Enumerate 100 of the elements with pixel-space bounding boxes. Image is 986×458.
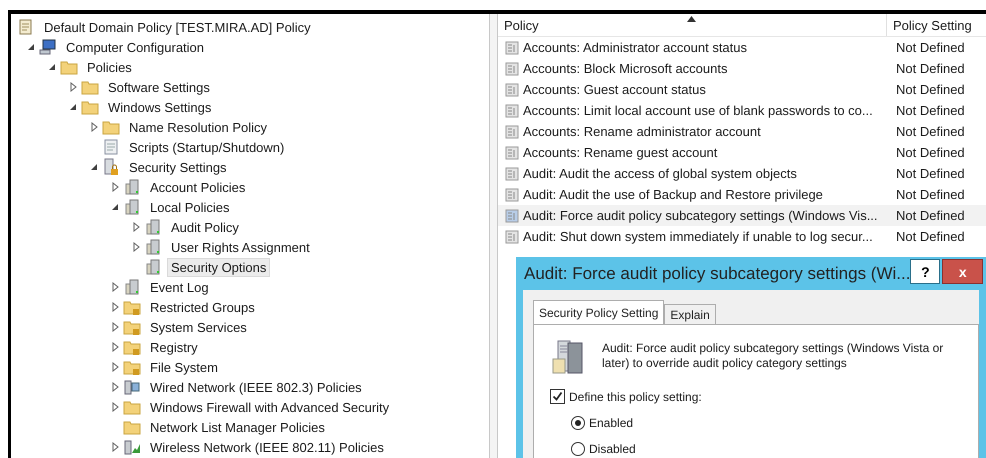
collapsed-arrow-icon[interactable] — [112, 442, 118, 452]
close-button[interactable]: x — [942, 259, 983, 284]
radio-button[interactable] — [571, 416, 585, 430]
policy-icon — [505, 208, 519, 222]
server-icon — [123, 278, 141, 296]
expanded-arrow-icon[interactable] — [69, 103, 77, 111]
tree-item[interactable]: Wireless Network (IEEE 802.11) Policies — [146, 438, 388, 456]
table-cell-text: Not Defined — [895, 187, 965, 202]
server-icon — [123, 178, 141, 196]
expanded-arrow-icon[interactable] — [111, 203, 119, 211]
collapsed-arrow-icon[interactable] — [90, 122, 98, 132]
table-cell-text: Not Defined — [895, 40, 965, 55]
collapsed-arrow-icon[interactable] — [112, 282, 118, 292]
tree-item[interactable]: Software Settings — [104, 78, 214, 96]
tree-item[interactable]: Policies — [83, 58, 136, 76]
tree-item[interactable]: File System — [146, 358, 222, 376]
help-button[interactable]: ? — [910, 259, 940, 284]
server-icon — [144, 258, 162, 276]
policy-icon — [505, 62, 519, 76]
server-icon — [123, 198, 141, 216]
collapsed-arrow-icon[interactable] — [70, 82, 76, 92]
table-cell-text: Accounts: Administrator account status — [523, 40, 748, 55]
policy-row[interactable]: Audit: Audit the access of global system objects Not Defined — [498, 163, 986, 184]
tree-item[interactable]: Network List Manager Policies — [146, 418, 329, 436]
tree-item[interactable]: Registry — [146, 338, 202, 356]
policy-row[interactable]: Accounts: Guest account status Not Defined — [498, 79, 986, 100]
policy-row[interactable]: Accounts: Block Microsoft accounts Not Defined — [498, 58, 986, 79]
policy-icon — [505, 82, 519, 96]
collapsed-arrow-icon[interactable] — [132, 242, 140, 252]
tree-item[interactable]: Name Resolution Policy — [125, 118, 272, 136]
table-cell-text: Not Defined — [895, 103, 965, 118]
radio-label: Enabled — [589, 416, 634, 430]
tree-item[interactable]: Default Domain Policy [TEST.MIRA.AD] Policy — [40, 18, 315, 36]
tree-item[interactable]: Windows Settings — [104, 98, 216, 116]
policy-description: Audit: Force audit policy subcategory settings (Windows Vista or later) to override audit policy category settings — [602, 340, 944, 371]
policy-row[interactable]: Accounts: Limit local account use of blank passwords to co... Not Defined — [498, 100, 986, 121]
policy-icon — [505, 104, 519, 118]
policy-icon — [505, 166, 519, 180]
tree-item[interactable]: Event Log — [146, 278, 213, 296]
table-cell-text: Not Defined — [895, 208, 965, 223]
policy-icon — [505, 40, 519, 54]
script-icon — [102, 138, 120, 156]
table-cell-text: Accounts: Block Microsoft accounts — [523, 61, 728, 76]
expanded-arrow-icon[interactable] — [27, 43, 35, 51]
expanded-arrow-icon[interactable] — [90, 163, 98, 171]
tree-item[interactable]: Account Policies — [146, 178, 250, 196]
server-icon — [144, 238, 162, 256]
policy-icon — [505, 230, 519, 244]
tab[interactable]: Explain — [664, 304, 716, 324]
policy-row[interactable]: Accounts: Rename administrator account Not Defined — [498, 121, 986, 142]
server-icon — [144, 218, 162, 236]
server-lock-icon — [102, 158, 120, 176]
policy-icon — [505, 124, 519, 138]
policy-icon — [505, 188, 519, 202]
tree-item[interactable]: Audit Policy — [167, 218, 243, 236]
tree-item[interactable]: Wired Network (IEEE 802.3) Policies — [146, 378, 366, 396]
sort-arrow-icon[interactable] — [687, 16, 696, 22]
collapsed-arrow-icon[interactable] — [112, 342, 118, 352]
tree-item[interactable]: System Services — [146, 318, 251, 336]
policy-row[interactable]: Accounts: Rename guest account Not Defined — [498, 142, 986, 163]
tree-item[interactable]: Scripts (Startup/Shutdown) — [125, 138, 288, 156]
table-cell-text: Not Defined — [895, 61, 965, 76]
table-cell-text: Not Defined — [895, 166, 965, 181]
collapsed-arrow-icon[interactable] — [112, 302, 118, 312]
collapsed-arrow-icon[interactable] — [112, 402, 118, 412]
table-cell-text: Audit: Audit the access of global system objects — [523, 166, 798, 181]
collapsed-arrow-icon[interactable] — [112, 322, 118, 332]
table-cell-text: Not Defined — [895, 229, 965, 244]
radio-label: Disabled — [589, 442, 636, 456]
table-cell-text: Accounts: Guest account status — [523, 82, 707, 97]
define-checkbox[interactable] — [550, 389, 565, 404]
network-icon — [123, 378, 141, 396]
collapsed-arrow-icon[interactable] — [132, 222, 140, 232]
tree-item[interactable]: User Rights Assignment — [167, 238, 314, 256]
table-cell-text: Not Defined — [895, 82, 965, 97]
policy-row[interactable]: Audit: Shut down system immediately if unable to log secur... Not Defined — [498, 226, 986, 247]
table-cell-text: Not Defined — [895, 145, 965, 160]
table-cell-text: Accounts: Rename guest account — [523, 145, 718, 160]
policy-row[interactable]: Accounts: Administrator account status Not Defined — [498, 37, 986, 58]
tree-item[interactable]: Restricted Groups — [146, 298, 259, 316]
tree-item[interactable]: Security Options — [167, 258, 270, 276]
collapsed-arrow-icon[interactable] — [112, 382, 118, 392]
tree-item[interactable]: Windows Firewall with Advanced Security — [146, 398, 394, 416]
collapsed-arrow-icon[interactable] — [112, 182, 118, 192]
table-cell-text: Audit: Shut down system immediately if unable to log secur... — [523, 229, 874, 244]
wireless-icon — [123, 438, 141, 456]
policy-row[interactable]: Audit: Force audit policy subcategory settings (Windows Vis... Not Defined — [498, 205, 986, 226]
policy-row[interactable]: Audit: Audit the use of Backup and Restore privilege Not Defined — [498, 184, 986, 205]
collapsed-arrow-icon[interactable] — [112, 362, 118, 372]
table-cell-text: Audit: Audit the use of Backup and Restore privilege — [523, 187, 824, 202]
table-cell-text: Audit: Force audit policy subcategory settings (Windows Vis... — [523, 208, 879, 223]
tree-item[interactable]: Computer Configuration — [62, 38, 208, 56]
table-cell-text: Not Defined — [895, 124, 965, 139]
tab[interactable]: Security Policy Setting — [533, 300, 664, 324]
checkbox-label: Define this policy setting: — [569, 390, 702, 404]
expanded-arrow-icon[interactable] — [48, 63, 56, 71]
radio-button[interactable] — [571, 442, 585, 456]
tree-item[interactable]: Local Policies — [146, 198, 234, 216]
column-header[interactable]: Policy Setting — [887, 14, 986, 36]
tree-item[interactable]: Security Settings — [125, 158, 231, 176]
